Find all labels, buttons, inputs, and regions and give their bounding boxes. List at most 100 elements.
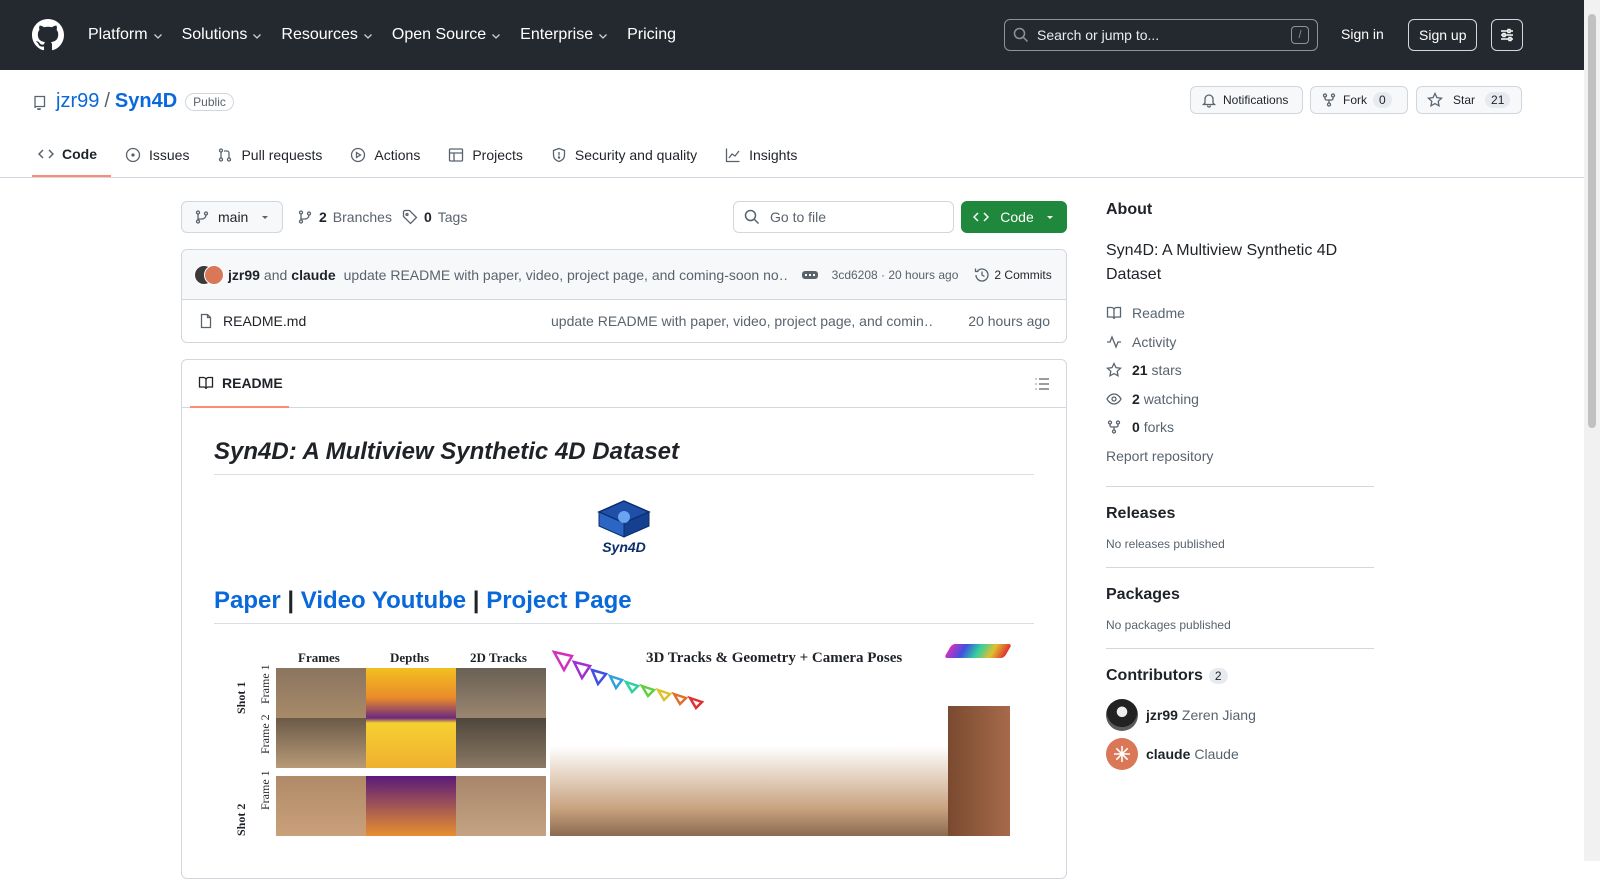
- star-button[interactable]: Star 21: [1416, 86, 1522, 114]
- avatar: [1106, 738, 1138, 770]
- watching-link[interactable]: 2 watching: [1106, 385, 1374, 414]
- code-dropdown-button[interactable]: Code: [961, 201, 1067, 233]
- sidebar: About Syn4D: A Multiview Synthetic 4D Da…: [1106, 201, 1374, 770]
- fork-button[interactable]: Fork 0: [1310, 86, 1408, 114]
- code-icon: [38, 149, 54, 159]
- frame-label: Frame 1: [258, 664, 272, 704]
- nav-pricing[interactable]: Pricing: [627, 26, 676, 44]
- repo-separator: /: [104, 90, 110, 112]
- tags-label: Tags: [437, 209, 468, 225]
- video-link[interactable]: Video Youtube: [301, 587, 466, 614]
- tab-projects[interactable]: Projects: [434, 140, 537, 170]
- commit-message[interactable]: update README with paper, video, project…: [344, 267, 788, 283]
- branch-icon: [195, 210, 209, 224]
- nav-open-source[interactable]: Open Source: [392, 26, 502, 44]
- tab-security[interactable]: Security and quality: [537, 140, 711, 170]
- file-commit-message[interactable]: update README with paper, video, project…: [551, 313, 933, 329]
- history-icon: [975, 267, 990, 282]
- readme-link[interactable]: Readme: [1106, 299, 1374, 328]
- figure-label: Depths: [390, 650, 430, 665]
- pull-request-icon: [219, 148, 232, 162]
- book-icon: [198, 376, 214, 389]
- activity-link[interactable]: Activity: [1106, 328, 1374, 357]
- ellipsis-icon[interactable]: [801, 270, 818, 279]
- about-heading: About: [1106, 201, 1153, 218]
- depths-image: [366, 668, 456, 768]
- figure-label: 2D Tracks: [470, 650, 527, 665]
- depths-image: [366, 776, 456, 836]
- shield-icon: [552, 147, 566, 163]
- fork-label: Fork: [1343, 93, 1367, 107]
- repo-name-link[interactable]: Syn4D: [115, 90, 177, 113]
- tab-label: Pull requests: [241, 147, 323, 163]
- contributor-item[interactable]: jzr99 Zeren Jiang: [1106, 699, 1374, 731]
- frames-image: [276, 668, 366, 768]
- readme-body: Syn4D: A Multiview Synthetic 4D Dataset …: [182, 408, 1066, 836]
- nav-label: Open Source: [391, 26, 487, 43]
- packages-heading[interactable]: Packages: [1106, 586, 1374, 604]
- nav-platform[interactable]: Platform: [88, 26, 164, 44]
- readme-tab[interactable]: README: [190, 360, 289, 408]
- branches-link[interactable]: 2 Branches: [297, 209, 392, 225]
- go-to-file-input[interactable]: Go to file: [733, 201, 954, 233]
- commit-hash[interactable]: 3cd6208 · 20 hours ago: [832, 268, 959, 282]
- separator: |: [287, 587, 295, 614]
- readme-label: Readme: [1132, 305, 1185, 322]
- sign-up-button[interactable]: Sign up: [1408, 19, 1478, 51]
- menu-button[interactable]: [1491, 19, 1523, 51]
- search-input[interactable]: Search or jump to... /: [1004, 19, 1318, 51]
- tab-code[interactable]: Code: [32, 140, 111, 177]
- scrollbar-thumb[interactable]: [1588, 14, 1596, 428]
- eye-icon: [1106, 393, 1122, 405]
- nav-enterprise[interactable]: Enterprise: [520, 26, 609, 44]
- tab-label: Code: [62, 146, 97, 162]
- file-icon: [200, 313, 212, 329]
- sign-in-link[interactable]: Sign in: [1341, 26, 1384, 42]
- github-logo-icon[interactable]: [32, 19, 64, 51]
- report-repository-link[interactable]: Report repository: [1106, 442, 1374, 471]
- fork-icon: [1322, 93, 1336, 107]
- repo-icon: [34, 95, 46, 110]
- contributor-name: Zeren Jiang: [1181, 707, 1256, 723]
- nav-label: Platform: [88, 26, 148, 43]
- tab-insights[interactable]: Insights: [711, 140, 811, 170]
- file-name-link[interactable]: README.md: [223, 313, 306, 329]
- contributor-item[interactable]: claude Claude: [1106, 738, 1374, 770]
- project-page-link[interactable]: Project Page: [486, 587, 631, 614]
- tags-link[interactable]: 0 Tags: [402, 209, 467, 225]
- notifications-button[interactable]: Notifications: [1190, 86, 1303, 114]
- fork-count: 0: [1373, 92, 1392, 108]
- stars-link[interactable]: 21 stars: [1106, 356, 1374, 385]
- nav-solutions[interactable]: Solutions: [182, 26, 264, 44]
- commits-link[interactable]: 2 Commits: [974, 267, 1052, 283]
- avatar: [204, 264, 224, 285]
- avatar: [1106, 699, 1138, 731]
- tab-label: Projects: [472, 147, 523, 163]
- chevron-down-icon: [153, 34, 162, 39]
- table-row[interactable]: README.md update README with paper, vide…: [182, 300, 1066, 342]
- main-content: main 2 Branches 0 Tags Go to file Code jz: [181, 201, 1067, 879]
- commits-count: 2 Commits: [994, 267, 1052, 282]
- commit-author[interactable]: jzr99: [228, 267, 260, 283]
- scrollbar[interactable]: [1584, 0, 1600, 861]
- branch-select-button[interactable]: main: [181, 201, 283, 233]
- tab-actions[interactable]: Actions: [336, 140, 434, 170]
- tab-label: Actions: [374, 147, 421, 163]
- releases-heading[interactable]: Releases: [1106, 505, 1374, 523]
- repo-owner-link[interactable]: jzr99: [56, 90, 99, 113]
- commit-author[interactable]: claude: [291, 267, 335, 283]
- readme-title: Syn4D: A Multiview Synthetic 4D Dataset: [214, 438, 1034, 475]
- chevron-down-icon: [492, 34, 501, 39]
- pulse-icon: [1107, 334, 1121, 349]
- contributors-heading[interactable]: Contributors: [1106, 667, 1203, 685]
- separator: |: [472, 587, 480, 614]
- tab-pull-requests[interactable]: Pull requests: [203, 140, 336, 170]
- tab-issues[interactable]: Issues: [111, 140, 203, 170]
- paper-link[interactable]: Paper: [214, 587, 281, 614]
- search-placeholder: Search or jump to...: [1037, 27, 1160, 43]
- nav-resources[interactable]: Resources: [281, 26, 373, 44]
- outline-icon[interactable]: [1034, 376, 1050, 392]
- file-nav-bar: main 2 Branches 0 Tags Go to file Code: [181, 201, 1067, 233]
- tag-icon: [402, 209, 418, 225]
- forks-link[interactable]: 0 forks: [1106, 413, 1374, 442]
